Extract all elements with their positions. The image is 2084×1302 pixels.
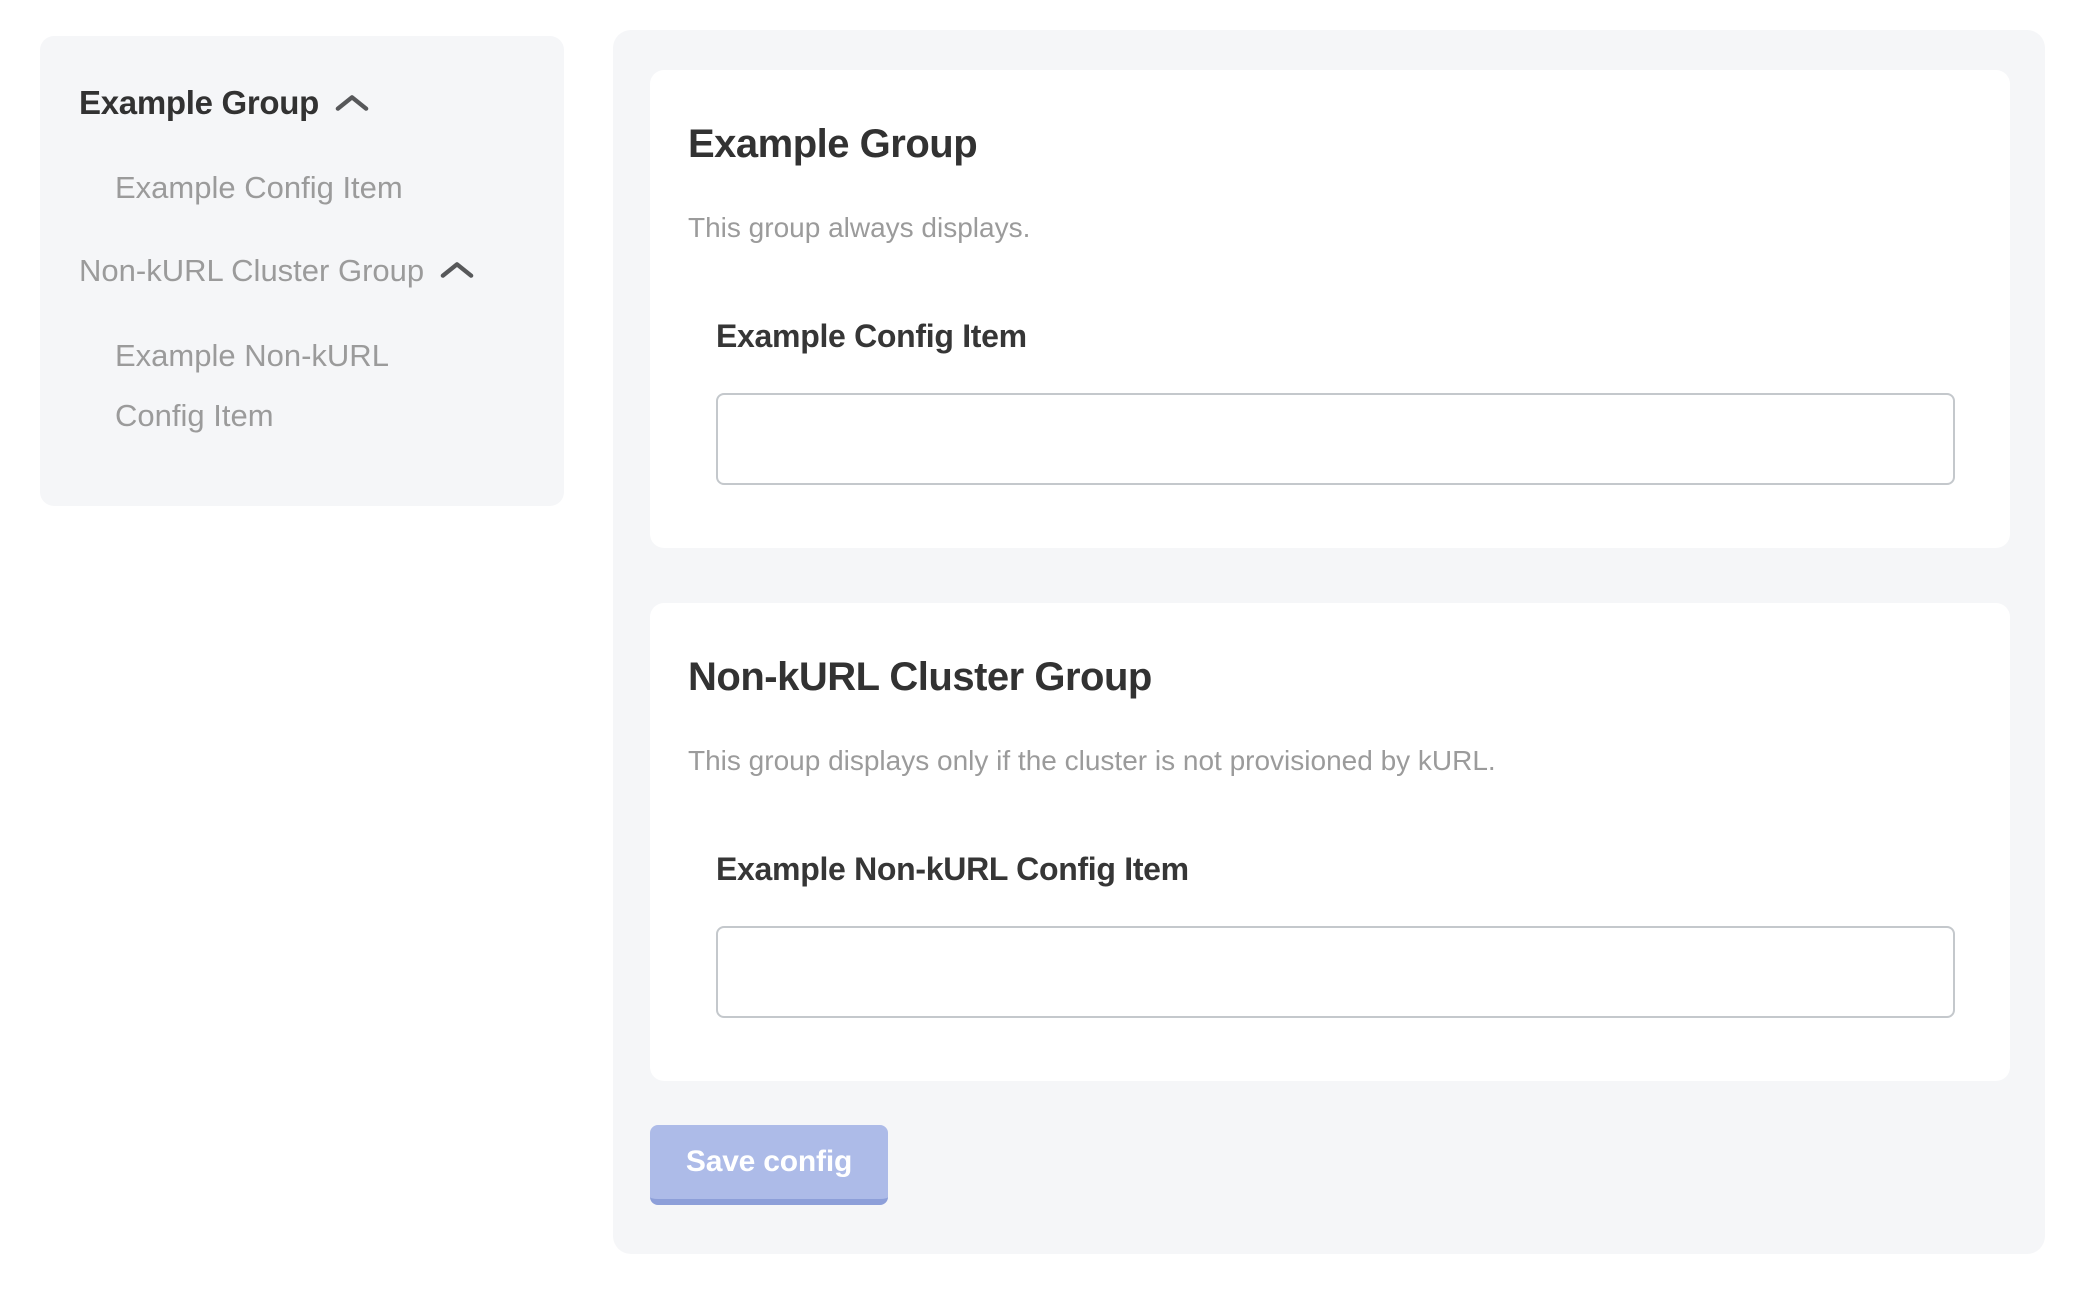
group-title: Non-kURL Cluster Group (688, 653, 1955, 701)
chevron-up-icon (440, 241, 474, 301)
config-item-label: Example Config Item (716, 316, 1955, 356)
chevron-up-icon (335, 73, 369, 133)
sidebar-item-example-config-item[interactable]: Example Config Item (115, 158, 450, 218)
group-description: This group always displays. (688, 211, 1955, 245)
sidebar-group-non-kurl-cluster-group[interactable]: Non-kURL Cluster Group (79, 241, 536, 301)
config-sidebar: Example Group Example Config Item Non-kU… (40, 36, 564, 506)
sidebar-group-label: Example Group (79, 73, 319, 133)
sidebar-item-example-non-kurl-config-item[interactable]: Example Non-kURL Config Item (115, 326, 450, 446)
sidebar-group-label: Non-kURL Cluster Group (79, 241, 424, 301)
group-title: Example Group (688, 120, 1955, 168)
example-non-kurl-config-item-input[interactable] (716, 926, 1955, 1018)
example-config-item-input[interactable] (716, 393, 1955, 485)
config-panel: Example Group This group always displays… (613, 30, 2045, 1254)
config-group-card-example-group: Example Group This group always displays… (650, 70, 2010, 548)
group-description: This group displays only if the cluster … (688, 744, 1955, 778)
config-item: Example Non-kURL Config Item (716, 849, 1955, 1018)
config-item-label: Example Non-kURL Config Item (716, 849, 1955, 889)
save-config-button[interactable]: Save config (650, 1125, 888, 1205)
sidebar-group-example-group[interactable]: Example Group (79, 73, 536, 133)
config-item: Example Config Item (716, 316, 1955, 485)
config-group-card-non-kurl-cluster-group: Non-kURL Cluster Group This group displa… (650, 603, 2010, 1081)
